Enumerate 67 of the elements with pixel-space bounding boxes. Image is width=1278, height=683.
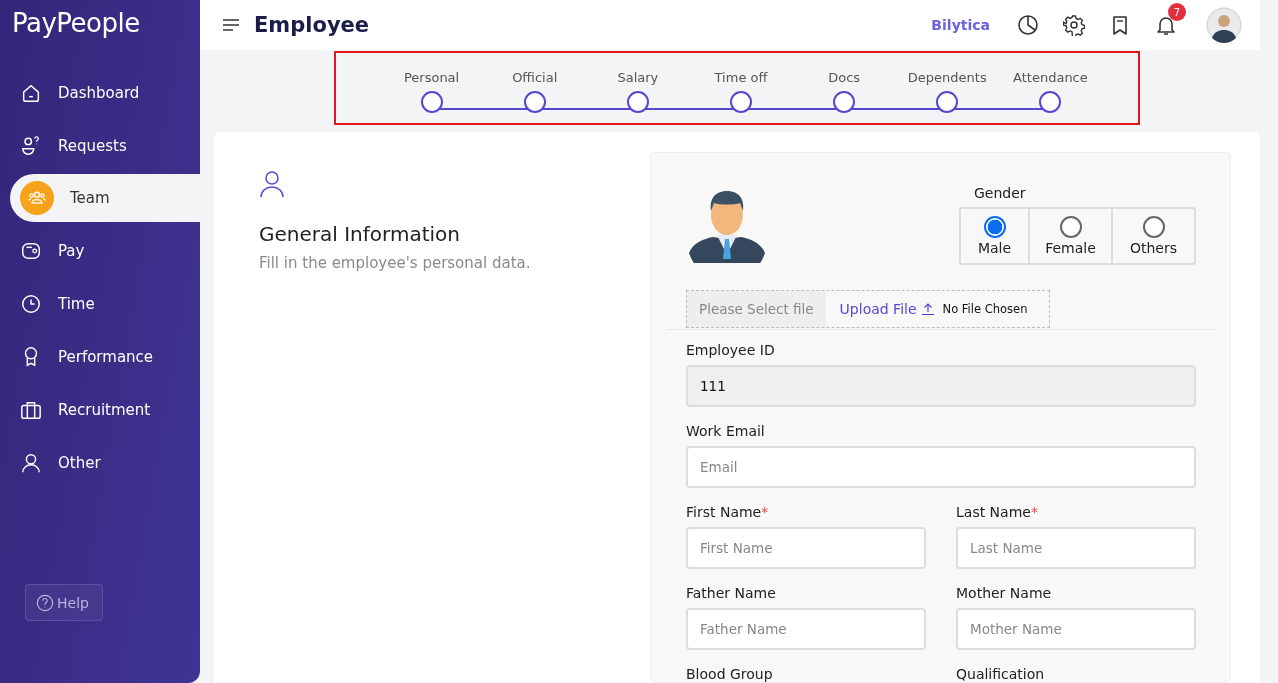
required-mark: *: [761, 504, 769, 520]
section-title: General Information: [259, 222, 461, 246]
field-label: First Name*: [686, 504, 770, 520]
app-logo: PayPeople: [11, 7, 141, 40]
sidebar-item[interactable]: Other: [0, 436, 200, 489]
section-subtitle: Fill in the employee's personal data.: [259, 254, 532, 272]
bell-icon[interactable]: [1155, 14, 1177, 36]
field-label: Father Name: [686, 585, 777, 601]
step-circle[interactable]: [626, 91, 649, 113]
step-label[interactable]: Official: [512, 70, 558, 85]
clock-icon: [20, 292, 42, 315]
file-status: No File Chosen: [942, 302, 1028, 316]
field-label: Last Name*: [956, 504, 1039, 520]
radio-button[interactable]: [1059, 216, 1082, 238]
step-label[interactable]: Attendance: [1013, 70, 1088, 85]
file-placeholder: Please Select file: [687, 291, 826, 327]
step-label[interactable]: Time off: [714, 70, 768, 85]
sidebar-item[interactable]: Recruitment: [0, 383, 200, 436]
step-circle[interactable]: [420, 91, 443, 113]
step-circle[interactable]: [833, 91, 856, 113]
field-label: Employee ID: [686, 342, 776, 358]
upload-icon: [920, 302, 935, 316]
step-label[interactable]: Docs: [828, 70, 861, 85]
page-title: Employee: [254, 13, 371, 37]
person-question-icon: [20, 134, 42, 157]
gender-label: Gender: [974, 185, 1027, 201]
settings-icon[interactable]: [1063, 14, 1085, 36]
person-icon: [20, 451, 42, 474]
sidebar-item[interactable]: Team: [10, 174, 200, 222]
sidebar-item[interactable]: Time: [0, 277, 200, 330]
pie-chart-icon[interactable]: [1017, 14, 1039, 36]
sidebar-item[interactable]: Requests: [0, 119, 200, 172]
help-button[interactable]: Help: [25, 584, 103, 621]
radio-button[interactable]: [983, 216, 1006, 238]
radio-button[interactable]: [1142, 216, 1165, 238]
step-circle[interactable]: [936, 91, 959, 113]
radio-option[interactable]: Others: [1111, 209, 1194, 263]
file-upload-field[interactable]: Please Select file Upload File No File Chosen: [686, 290, 1050, 328]
radio-option[interactable]: Female: [1028, 209, 1111, 263]
step-label[interactable]: Salary: [617, 70, 659, 85]
company-name[interactable]: Bilytica: [931, 17, 990, 33]
text-field[interactable]: Last Name: [956, 527, 1196, 569]
text-field[interactable]: Email: [686, 446, 1196, 488]
sidebar-item[interactable]: Dashboard: [0, 66, 200, 119]
text-field[interactable]: Mother Name: [956, 608, 1196, 650]
field-label: Qualification: [956, 666, 1046, 682]
question-icon: [36, 593, 54, 612]
field-label: Blood Group: [686, 666, 774, 682]
user-avatar[interactable]: [1206, 7, 1242, 43]
text-field[interactable]: 111: [686, 365, 1196, 407]
radio-option[interactable]: Male: [961, 209, 1028, 263]
sidebar-item[interactable]: Performance: [0, 330, 200, 383]
sidebar-item[interactable]: Pay: [0, 224, 200, 277]
person-icon: [259, 170, 285, 198]
notification-badge: 7: [1168, 3, 1186, 21]
step-label[interactable]: Dependents: [907, 70, 987, 85]
step-circle[interactable]: [523, 91, 546, 113]
menu-icon[interactable]: [222, 18, 240, 32]
field-label: Work Email: [686, 423, 766, 439]
text-field[interactable]: First Name: [686, 527, 926, 569]
required-mark: *: [1030, 504, 1038, 520]
upload-file-button[interactable]: Upload File: [831, 297, 943, 321]
field-label: Mother Name: [956, 585, 1053, 601]
step-label[interactable]: Personal: [403, 70, 460, 85]
text-field[interactable]: Father Name: [686, 608, 926, 650]
step-circle[interactable]: [1039, 91, 1062, 113]
step-circle[interactable]: [730, 91, 752, 113]
